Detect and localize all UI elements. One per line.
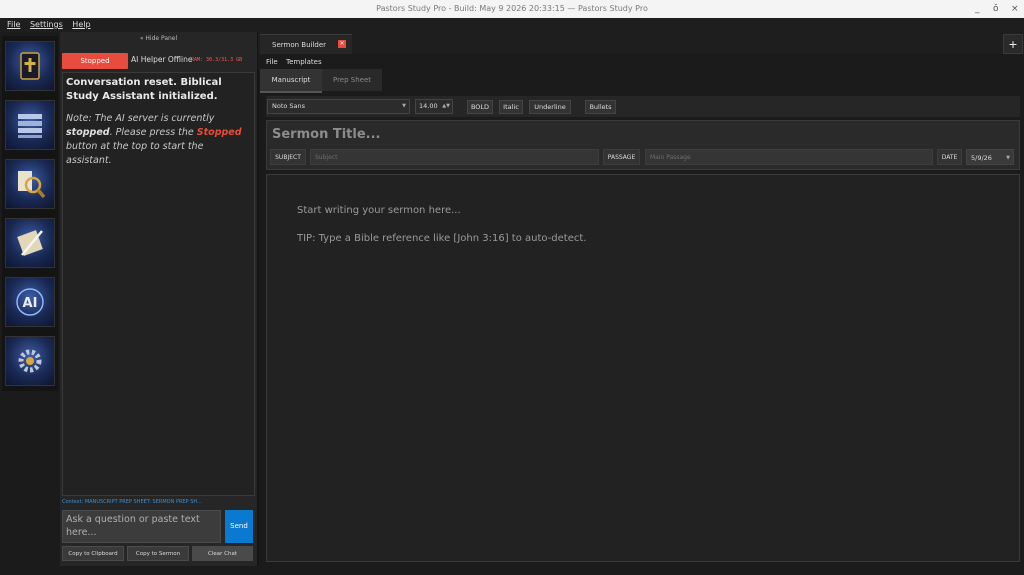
library-icon [18,114,42,138]
clear-chat-button[interactable]: Clear Chat [192,546,253,561]
nav-study-search-button[interactable] [5,159,55,209]
minimize-button[interactable]: _ [975,0,980,18]
spin-arrows-icon: ▲▼ [442,103,450,109]
submenu-templates[interactable]: Templates [286,58,322,66]
font-size-value: 14.00 [419,102,438,110]
scroll-quill-icon [17,230,43,256]
ai-icon: AI [16,288,44,316]
close-tab-icon[interactable]: ✕ [338,40,346,48]
font-family-select[interactable]: Noto Sans ▼ [267,99,410,114]
copy-to-clipboard-button[interactable]: Copy to Clipboard [62,546,124,561]
window-title: Pastors Study Pro - Build: May 9 2026 20… [376,4,648,13]
nav-sidebar: AI [2,36,58,391]
date-label: DATE [937,149,962,165]
underline-button[interactable]: Underline [529,100,571,114]
subject-input[interactable]: Subject [310,149,599,165]
nav-library-button[interactable] [5,100,55,150]
send-button[interactable]: Send [225,510,253,543]
document-tab-strip [258,32,1024,54]
chat-input[interactable]: Ask a question or paste text here... [62,510,221,543]
date-picker[interactable]: 5/9/26 ▼ [966,149,1014,165]
nav-ai-button[interactable]: AI [5,277,55,327]
maximize-button[interactable]: ǒ [993,0,999,18]
editor-placeholder-line: Start writing your sermon here... [297,205,461,216]
gear-settings-icon [18,349,42,373]
bible-icon [20,52,40,80]
chat-context-label: Context: MANUSCRIPT PREP SHEET: SERMON P… [62,499,202,505]
chat-reset-message: Conversation reset. Biblical Study Assis… [66,77,222,102]
window-titlebar: Pastors Study Pro - Build: May 9 2026 20… [0,0,1024,18]
add-tab-button[interactable]: + [1003,34,1023,54]
menu-help[interactable]: Help [72,18,90,32]
subject-label: SUBJECT [270,149,306,165]
ram-usage: RAM: 30.3/31.3 GB [191,57,243,63]
font-size-spinbox[interactable]: 14.00 ▲▼ [415,99,453,114]
hide-panel-button[interactable]: « Hide Panel [60,35,257,45]
search-study-icon [18,171,46,199]
panel-splitter[interactable] [257,32,259,566]
tab-prep-sheet[interactable]: Prep Sheet [322,69,382,91]
chevron-down-icon: ▼ [402,103,406,109]
close-window-button[interactable]: × [1011,0,1019,18]
chevron-down-icon: ▼ [1006,155,1010,161]
server-stopped-button[interactable]: Stopped [62,53,128,69]
bold-button[interactable]: BOLD [467,100,493,114]
italic-button[interactable]: Italic [499,100,523,114]
chat-note-message: Note: The AI server is currently stopped… [66,113,242,166]
ai-helper-status: AI Helper Offline [131,55,193,64]
menubar: File Settings Help [0,18,1024,32]
svg-text:AI: AI [23,296,38,311]
sermon-submenu: File Templates [258,55,1024,69]
editor-tip-line: TIP: Type a Bible reference like [John 3… [297,233,587,244]
chat-log[interactable]: Conversation reset. Biblical Study Assis… [62,72,255,496]
passage-label: PASSAGE [603,149,640,165]
menu-settings[interactable]: Settings [30,18,63,32]
copy-to-sermon-button[interactable]: Copy to Sermon [127,546,189,561]
menu-file[interactable]: File [7,18,20,32]
font-family-value: Noto Sans [272,102,306,110]
sermon-title-input[interactable]: Sermon Title... [272,127,380,142]
bullets-button[interactable]: Bullets [585,100,616,114]
submenu-file[interactable]: File [266,58,278,66]
date-value: 5/9/26 [971,154,992,162]
nav-settings-button[interactable] [5,336,55,386]
nav-bible-button[interactable] [5,41,55,91]
nav-sermon-writer-button[interactable] [5,218,55,268]
manuscript-editor[interactable]: Start writing your sermon here... TIP: T… [266,174,1020,562]
tab-manuscript[interactable]: Manuscript [260,69,322,93]
passage-input[interactable]: Main Passage [645,149,933,165]
